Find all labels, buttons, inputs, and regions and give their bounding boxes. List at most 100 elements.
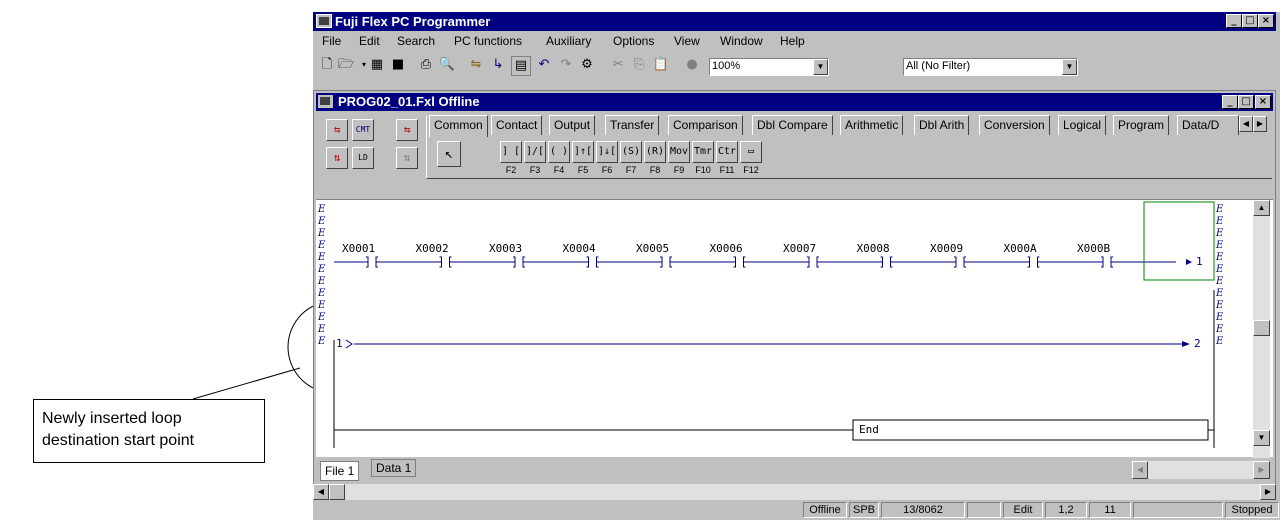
copy-icon[interactable]: ⎘ <box>630 56 648 74</box>
tab-contact[interactable]: Contact <box>491 115 543 135</box>
contact-label: X000B <box>1077 242 1111 255</box>
instr-button-f9[interactable]: Mov <box>668 141 690 163</box>
sheet-scroll-left-icon[interactable]: ◀ <box>1132 461 1148 479</box>
tab-data[interactable]: Data/D <box>1177 115 1239 135</box>
delete-column-icon[interactable]: ⇅ <box>396 147 418 169</box>
paste-icon[interactable]: 📋 <box>652 56 670 74</box>
minimize-icon[interactable]: _ <box>1226 14 1242 28</box>
instr-button-f10[interactable]: Tmr <box>692 141 714 163</box>
instr-button-f12[interactable]: ▭ <box>740 141 762 163</box>
instr-key-f4: F4 <box>553 165 565 175</box>
menu-window[interactable]: Window <box>720 34 763 48</box>
status-mode: Offline <box>803 502 847 518</box>
sheet-tab-file1[interactable]: File 1 <box>320 461 360 481</box>
menu-search[interactable]: Search <box>397 34 435 48</box>
menu-auxiliary[interactable]: Auxiliary <box>546 34 591 48</box>
zoom-combo[interactable]: 100% ▼ <box>709 58 829 76</box>
insert-row-icon[interactable]: ⇆ <box>326 119 348 141</box>
tab-comparison[interactable]: Comparison <box>668 115 743 135</box>
app-window: Fuji Flex PC Programmer _ □ × File Edit … <box>313 12 1280 520</box>
sheet-hscroll[interactable]: ◀ <box>1132 461 1253 479</box>
delete-row-icon[interactable]: ⇆ <box>396 119 418 141</box>
scroll-up-icon[interactable]: ▲ <box>1253 200 1270 216</box>
menu-edit[interactable]: Edit <box>359 34 380 48</box>
main-hscroll-thumb[interactable] <box>329 484 345 500</box>
instr-button-f11[interactable]: Ctr <box>716 141 738 163</box>
child-maximize-icon[interactable]: □ <box>1238 95 1254 109</box>
filter-dropdown-icon[interactable]: ▼ <box>1062 59 1077 75</box>
cut-icon[interactable]: ✂ <box>609 56 627 74</box>
tab-scroll-right-icon[interactable]: ▶ <box>1253 116 1267 132</box>
contact-label: X0004 <box>562 242 596 255</box>
menu-file[interactable]: File <box>322 34 341 48</box>
print-icon[interactable]: ⎙ <box>417 56 435 74</box>
sheet-tab-bar: File 1 Data 1 ◀ ▶ <box>316 459 1273 483</box>
error-marker-left: E <box>318 324 326 335</box>
comment-icon[interactable]: CMT <box>352 119 374 141</box>
main-scroll-right-icon[interactable]: ▶ <box>1260 484 1276 500</box>
redo-icon[interactable]: ↷ <box>557 56 575 74</box>
compile-icon[interactable]: ⚙ <box>578 56 596 74</box>
save-icon[interactable]: ■ <box>389 56 407 74</box>
menu-view[interactable]: View <box>674 34 700 48</box>
error-marker-left: E <box>318 276 326 287</box>
scroll-down-icon[interactable]: ▼ <box>1253 430 1270 446</box>
maximize-icon[interactable]: □ <box>1242 14 1258 28</box>
tab-dbl-compare[interactable]: Dbl Compare <box>752 115 833 135</box>
print-preview-icon[interactable]: 🔍 <box>438 56 456 74</box>
app-titlebar[interactable]: Fuji Flex PC Programmer _ □ × <box>313 12 1276 31</box>
child-close-icon[interactable]: × <box>1255 95 1271 109</box>
menu-options[interactable]: Options <box>613 34 654 48</box>
menu-bar: File Edit Search PC functions Auxiliary … <box>313 34 1276 52</box>
tab-conversion[interactable]: Conversion <box>979 115 1050 135</box>
menu-help[interactable]: Help <box>780 34 805 48</box>
instr-button-f8[interactable]: (R) <box>644 141 666 163</box>
close-icon[interactable]: × <box>1258 14 1274 28</box>
vscroll-thumb[interactable] <box>1253 320 1270 336</box>
tab-arithmetic[interactable]: Arithmetic <box>840 115 904 135</box>
error-marker-right: E <box>1216 240 1224 251</box>
tab-dbl-arith[interactable]: Dbl Arith <box>914 115 970 135</box>
instr-button-f6[interactable]: ]↓[ <box>596 141 618 163</box>
filter-combo[interactable]: All (No Filter) ▼ <box>903 58 1078 76</box>
download-icon[interactable]: ⇋ <box>467 56 485 74</box>
child-minimize-icon[interactable]: _ <box>1222 95 1238 109</box>
new-file-icon[interactable]: 🗋 <box>318 56 336 74</box>
menu-pc-functions[interactable]: PC functions <box>454 34 522 48</box>
tab-logical[interactable]: Logical <box>1058 115 1107 135</box>
error-marker-left: E <box>318 228 326 239</box>
tab-common[interactable]: Common <box>429 115 488 137</box>
instr-button-f5[interactable]: ]↑[ <box>572 141 594 163</box>
sheet-scroll-right-icon[interactable]: ▶ <box>1253 461 1270 479</box>
insert-column-icon[interactable]: ⇅ <box>326 147 348 169</box>
monitor-icon[interactable]: ▤ <box>511 56 531 76</box>
tab-transfer[interactable]: Transfer <box>605 115 660 135</box>
main-scroll-left-icon[interactable]: ◀ <box>313 484 329 500</box>
app-title: Fuji Flex PC Programmer <box>335 14 491 29</box>
zoom-dropdown-icon[interactable]: ▼ <box>813 59 828 75</box>
upload-icon[interactable]: ↳ <box>489 56 507 74</box>
tab-output[interactable]: Output <box>549 115 596 135</box>
select-pointer-icon[interactable]: ↖ <box>437 141 461 167</box>
tab-scroll-left-icon[interactable]: ◀ <box>1239 116 1253 132</box>
undo-icon[interactable]: ↶ <box>535 56 553 74</box>
error-marker-right: E <box>1216 204 1224 215</box>
main-hscroll[interactable]: ◀ ▶ <box>313 484 1276 500</box>
tab-program[interactable]: Program <box>1113 115 1170 135</box>
instr-button-f7[interactable]: (S) <box>620 141 642 163</box>
instr-button-f3[interactable]: ]/[ <box>524 141 546 163</box>
help-icon[interactable]: ● <box>683 56 701 74</box>
ld-or-icon[interactable]: LD <box>352 147 374 169</box>
child-titlebar[interactable]: PROG02_01.Fxl Offline _ □ × <box>316 93 1273 111</box>
plc-icon[interactable]: ▦ <box>368 56 386 74</box>
open-folder-icon[interactable]: 🗁 <box>337 56 355 74</box>
instr-button-f4[interactable]: ( ) <box>548 141 570 163</box>
ladder-vscroll[interactable]: ▲ ▼ <box>1253 200 1270 458</box>
error-marker-left: E <box>318 288 326 299</box>
status-type: SPB <box>849 502 879 518</box>
instr-button-f2[interactable]: ] [ <box>500 141 522 163</box>
toolbar: 🗋 🗁 ▾ ▦ ■ ⎙ 🔍 ⇋ ↳ ▤ ↶ ↷ ⚙ ✂ ⎘ 📋 ● 100% ▼… <box>313 56 1276 80</box>
error-marker-right: E <box>1216 216 1224 227</box>
sheet-tab-data1[interactable]: Data 1 <box>371 459 417 477</box>
contact-label: X0007 <box>783 242 817 255</box>
